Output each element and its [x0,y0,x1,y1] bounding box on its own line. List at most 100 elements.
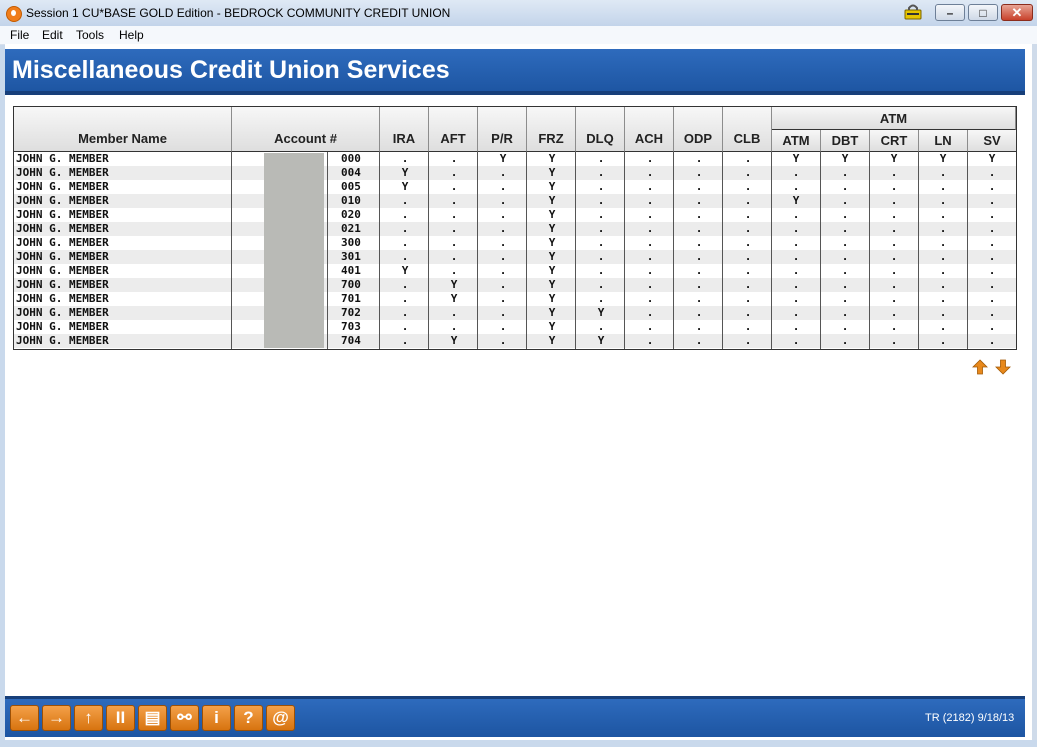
email-button[interactable]: @ [266,705,295,731]
pr-flag-cell: . [499,166,507,179]
atm-flag-cell: . [792,222,800,235]
col-divider [526,152,527,349]
up-button[interactable]: ↑ [74,705,103,731]
info-button[interactable]: i [202,705,231,731]
dbt-flag-cell: . [841,166,849,179]
aft-flag-cell: . [450,222,458,235]
dlq-flag-cell: . [597,236,605,249]
menu-help[interactable]: Help [119,28,144,42]
account-suffix-cell: 703 [341,320,361,333]
col-header-aft[interactable]: AFT [429,107,478,152]
dlq-flag-cell: . [597,180,605,193]
table-row[interactable]: JOHN G. MEMBER 021... Y......... [14,222,1016,236]
maximize-button[interactable]: □ [968,4,998,21]
clb-flag-cell: . [744,278,752,291]
ln-flag-cell: . [939,180,947,193]
table-row[interactable]: JOHN G. MEMBER 700. Y. Y......... [14,278,1016,292]
ln-flag-cell: . [939,222,947,235]
forward-button[interactable]: → [42,705,71,731]
ln-flag-cell: . [939,278,947,291]
ach-flag-cell: . [646,320,654,333]
ln-flag-cell: . [939,194,947,207]
table-row[interactable]: JOHN G. MEMBER 020... Y......... [14,208,1016,222]
clb-flag-cell: . [744,152,752,165]
table-row[interactable]: JOHN G. MEMBER 701. Y. Y......... [14,292,1016,306]
col-header-ira[interactable]: IRA [380,107,429,152]
page-down-icon[interactable] [994,358,1012,376]
table-row[interactable]: JOHN G. MEMBER 704. Y. Y Y........ [14,334,1016,348]
link-icon: ⚯ [177,708,192,727]
menu-tools[interactable]: Tools [76,28,104,42]
dlq-flag-cell: . [597,208,605,221]
member-name-cell: JOHN G. MEMBER [16,194,109,207]
ln-flag-cell: . [939,236,947,249]
pause-button[interactable]: II [106,705,135,731]
sv-flag-cell: . [988,208,996,221]
window-title: Session 1 CU*BASE GOLD Edition - BEDROCK… [26,6,451,20]
ln-flag-cell: . [939,166,947,179]
col-header-member-name[interactable]: Member Name [14,107,232,152]
pr-flag-cell: . [499,236,507,249]
pr-flag-cell: . [499,208,507,221]
atm-flag-cell: . [792,278,800,291]
table-row[interactable]: JOHN G. MEMBER 000.. Y Y.... Y Y Y Y Y [14,152,1016,166]
table-row[interactable]: JOHN G. MEMBER 300... Y......... [14,236,1016,250]
minimize-button[interactable]: – [935,4,965,21]
dbt-flag-cell: . [841,222,849,235]
sv-flag-cell: . [988,320,996,333]
col-header-ln[interactable]: LN [919,130,968,152]
table-row[interactable]: JOHN G. MEMBER 702... Y Y........ [14,306,1016,320]
ln-flag-cell: . [939,306,947,319]
menu-file[interactable]: File [10,28,29,42]
ira-flag-cell: . [401,236,409,249]
table-row[interactable]: JOHN G. MEMBER 401 Y.. Y......... [14,264,1016,278]
pr-flag-cell: . [499,334,507,347]
table-row[interactable]: JOHN G. MEMBER 703... Y......... [14,320,1016,334]
ln-flag-cell: . [939,320,947,333]
odp-flag-cell: . [695,320,703,333]
odp-flag-cell: . [695,152,703,165]
col-header-dbt[interactable]: DBT [821,130,870,152]
member-name-cell: JOHN G. MEMBER [16,320,109,333]
atm-flag-cell: . [792,180,800,193]
col-header-frz[interactable]: FRZ [527,107,576,152]
crt-flag-cell: . [890,194,898,207]
odp-flag-cell: . [695,292,703,305]
col-header-crt[interactable]: CRT [870,130,919,152]
table-row[interactable]: JOHN G. MEMBER 010... Y.... Y.... [14,194,1016,208]
account-suffix-cell: 401 [341,264,361,277]
account-suffix-cell: 000 [341,152,361,165]
col-header-atm[interactable]: ATM [772,130,821,152]
sv-flag-cell: . [988,306,996,319]
window-titlebar: Session 1 CU*BASE GOLD Edition - BEDROCK… [0,0,1037,27]
col-header-pr[interactable]: P/R [478,107,527,152]
pr-flag-cell: . [499,222,507,235]
back-button[interactable]: ← [10,705,39,731]
table-row[interactable]: JOHN G. MEMBER 004 Y.. Y......... [14,166,1016,180]
dlq-flag-cell: . [597,166,605,179]
print-button[interactable]: ▤ [138,705,167,731]
close-button[interactable]: ✕ [1001,4,1033,21]
ln-flag-cell: . [939,334,947,347]
table-row[interactable]: JOHN G. MEMBER 301... Y......... [14,250,1016,264]
menu-edit[interactable]: Edit [42,28,63,42]
ach-flag-cell: . [646,152,654,165]
col-header-ach[interactable]: ACH [625,107,674,152]
page-up-icon[interactable] [971,358,989,376]
client-area: Miscellaneous Credit Union Services Memb… [5,44,1032,740]
aft-flag-cell: . [450,236,458,249]
col-header-sv[interactable]: SV [968,130,1016,152]
help-button[interactable]: ? [234,705,263,731]
pr-flag-cell: . [499,194,507,207]
table-body: JOHN G. MEMBER 000.. Y Y.... Y Y Y Y Y JOHN G. ME… [14,152,1016,348]
table-row[interactable]: JOHN G. MEMBER 005 Y.. Y......... [14,180,1016,194]
sv-flag-cell: . [988,264,996,277]
odp-flag-cell: . [695,250,703,263]
ach-flag-cell: . [646,208,654,221]
col-header-odp[interactable]: ODP [674,107,723,152]
col-header-account[interactable]: Account # [232,107,380,152]
col-header-clb[interactable]: CLB [723,107,772,152]
link-button[interactable]: ⚯ [170,705,199,731]
col-header-dlq[interactable]: DLQ [576,107,625,152]
odp-flag-cell: . [695,208,703,221]
